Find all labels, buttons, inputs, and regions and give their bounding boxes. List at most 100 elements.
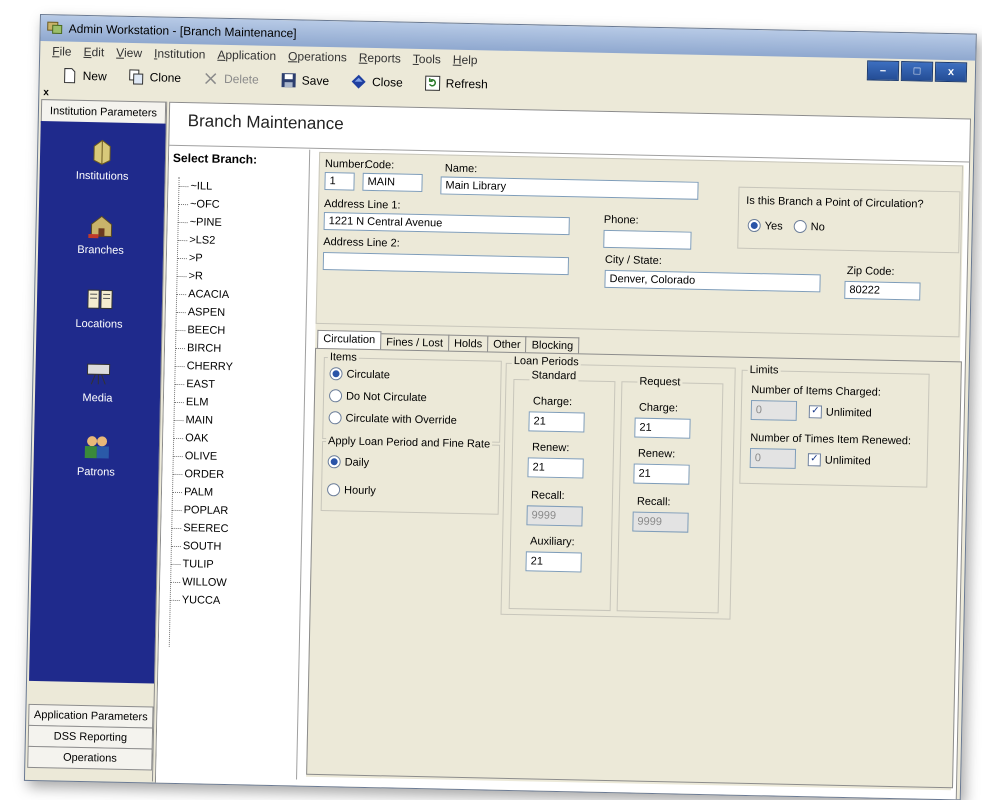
radio-icon [328,411,342,425]
request-title: Request [637,375,683,389]
daily-label: Daily [344,455,370,469]
apply-loan-group [320,441,501,515]
nav-item-branches[interactable]: Branches [38,209,164,258]
std-renew-field[interactable] [527,457,584,479]
req-recall-label: Recall: [636,495,671,509]
page-title: Branch Maintenance [187,111,344,134]
menu-tools[interactable]: Tools [407,49,447,70]
loan-periods-title: Loan Periods [511,354,581,369]
save-button[interactable]: Save [273,70,338,91]
daily-radio[interactable]: Daily [327,455,370,469]
circulation-tab-panel: Items Circulate Do Not Circulate Circula… [306,347,962,789]
clone-icon [129,69,144,85]
nav-sidebar: Institution Parameters Institutions Bran… [26,99,168,782]
req-renew-field[interactable] [633,463,690,485]
poc-yes-radio[interactable]: Yes [747,218,783,233]
radio-selected-icon [327,455,341,469]
name-label: Name: [444,162,478,176]
do-not-circulate-radio[interactable]: Do Not Circulate [328,389,427,404]
phone-field[interactable] [603,229,692,250]
nav-item-label: Locations [75,317,123,331]
zip-field[interactable] [844,280,921,301]
window-title: Admin Workstation - [Branch Maintenance] [68,21,297,41]
refresh-label: Refresh [445,76,488,92]
poc-no-radio[interactable]: No [793,219,825,234]
hourly-radio[interactable]: Hourly [326,483,377,497]
refresh-button[interactable]: Refresh [417,73,496,95]
nav-operations[interactable]: Operations [27,745,153,771]
citystate-label: City / State: [604,253,662,268]
close-panel-icon[interactable]: x [43,87,49,98]
phone-label: Phone: [603,213,639,227]
address1-label: Address Line 1: [323,197,401,212]
std-charge-field[interactable] [528,411,585,433]
new-button[interactable]: New [54,65,115,86]
delete-icon [205,72,217,85]
std-recall-label: Recall: [530,489,565,503]
branch-item[interactable]: YUCCA [168,591,298,612]
nav-item-patrons[interactable]: Patrons [33,431,159,480]
circulate-override-label: Circulate with Override [345,411,457,427]
checkmark-icon: ✓ [808,405,822,419]
circulate-override-radio[interactable]: Circulate with Override [328,411,457,427]
menu-operations[interactable]: Operations [282,46,353,67]
limits-title: Limits [747,363,781,377]
institutions-icon [92,139,111,165]
clone-label: Clone [149,70,182,85]
new-document-icon [64,68,76,84]
radio-icon [326,483,341,497]
circulate-radio[interactable]: Circulate [329,367,390,381]
clone-button[interactable]: Clone [121,67,190,88]
refresh-icon [425,75,441,91]
req-recall-field[interactable] [632,511,689,533]
poc-no-label: No [810,220,825,233]
auxiliary-label: Auxiliary: [529,535,575,549]
nav-item-label: Branches [77,243,124,257]
close-button[interactable]: Close [343,71,411,92]
req-charge-field[interactable] [634,417,691,439]
std-renew-label: Renew: [531,441,570,455]
checkmark-icon: ✓ [807,453,821,467]
auxiliary-field[interactable] [525,551,582,573]
nav-panel: Institutions Branches Locations Media Pa… [29,121,166,684]
items-charged-field[interactable] [750,399,798,421]
unlimited-label: Unlimited [825,406,872,420]
radio-icon [328,389,343,403]
app-icon [47,21,63,34]
code-field[interactable] [362,172,423,193]
zip-label: Zip Code: [846,264,895,278]
items-charged-unlimited-checkbox[interactable]: ✓ Unlimited [808,405,872,420]
std-charge-label: Charge: [532,395,573,409]
media-projector-icon [86,363,110,385]
items-title: Items [327,351,359,364]
nav-item-label: Patrons [76,465,115,479]
number-label: Number: [324,158,368,171]
delete-button[interactable]: Delete [195,68,267,89]
code-label: Code: [364,158,395,172]
req-charge-label: Charge: [638,401,679,415]
std-recall-field[interactable] [526,505,583,527]
number-field[interactable] [324,171,355,191]
menu-view[interactable]: View [110,42,148,63]
do-not-circulate-label: Do Not Circulate [345,389,427,404]
menu-application[interactable]: Application [211,45,282,66]
new-label: New [82,68,107,84]
menu-reports[interactable]: Reports [353,48,407,69]
nav-item-institutions[interactable]: Institutions [40,135,166,184]
hourly-label: Hourly [343,483,377,497]
menu-help[interactable]: Help [447,50,484,71]
unlimited-label: Unlimited [824,454,871,467]
req-renew-label: Renew: [637,447,676,461]
nav-item-media[interactable]: Media [35,357,161,406]
app-window: Admin Workstation - [Branch Maintenance]… [23,14,977,800]
times-renewed-field[interactable] [749,447,797,469]
menu-institution[interactable]: Institution [148,43,212,64]
nav-item-locations[interactable]: Locations [36,283,162,332]
close-diamond-icon [352,74,367,89]
save-label: Save [301,73,330,89]
menu-edit[interactable]: Edit [77,42,110,63]
delete-label: Delete [223,71,259,87]
times-renewed-unlimited-checkbox[interactable]: ✓ Unlimited [807,453,871,467]
poc-yes-label: Yes [764,219,783,233]
menu-file[interactable]: File [46,41,78,62]
